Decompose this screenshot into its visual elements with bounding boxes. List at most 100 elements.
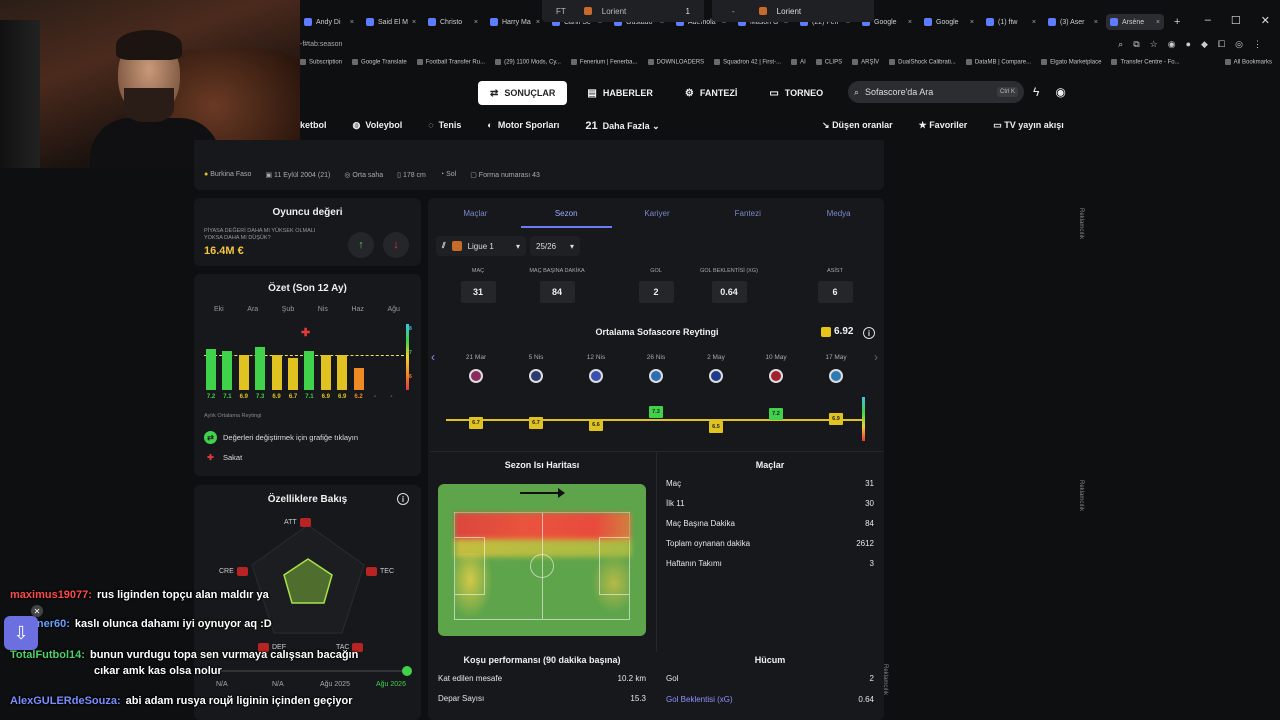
extension-icon[interactable]: ◉ xyxy=(1168,39,1176,50)
browser-tab[interactable]: Arsène × xyxy=(1106,14,1164,30)
match-rating-box[interactable]: 6.5 xyxy=(709,420,723,433)
nav-news[interactable]: ▤ HABERLER xyxy=(575,81,664,105)
opponent-crest-icon[interactable] xyxy=(469,369,483,383)
opponent-crest-icon[interactable] xyxy=(529,369,543,383)
browser-tab[interactable]: Christo × xyxy=(424,14,482,30)
info-icon[interactable]: i xyxy=(397,493,409,505)
tab-close-icon[interactable]: × xyxy=(474,19,478,26)
nav-fantasy[interactable]: ⚙ FANTEZİ xyxy=(673,81,749,105)
puzzle-icon[interactable]: ⧠ xyxy=(1218,39,1225,50)
zoom-icon[interactable]: ⌕ xyxy=(1118,39,1123,50)
tab-close-icon[interactable]: × xyxy=(908,19,912,26)
match-rating-box[interactable]: 6.7 xyxy=(469,416,483,429)
tab-3[interactable]: Fantezi xyxy=(702,200,793,228)
tab-close-icon[interactable]: × xyxy=(350,19,354,26)
maximize-icon[interactable]: ☐ xyxy=(1231,14,1241,27)
address-bar[interactable]: -f#tab:season ⌕ ⧉ ☆ ◉ ● ◆ ⧠ ◎ ⋮ xyxy=(300,36,1280,52)
info-icon[interactable]: i xyxy=(863,327,875,339)
bookmark-item[interactable]: Subscription xyxy=(300,59,342,65)
tab-close-icon[interactable]: × xyxy=(412,19,416,26)
match-rating-box[interactable]: 6.7 xyxy=(529,416,543,429)
bookmark-item[interactable]: DataMB | Compare... xyxy=(966,59,1031,65)
install-icon[interactable]: ⧉ xyxy=(1133,39,1139,50)
extension-icon[interactable]: ◆ xyxy=(1201,39,1208,50)
match-rating-box[interactable]: 7.2 xyxy=(769,407,783,420)
browser-tab[interactable]: Said El M × xyxy=(362,14,420,30)
month-bar[interactable] xyxy=(222,350,233,390)
month-bar[interactable] xyxy=(337,354,348,390)
month-bar[interactable] xyxy=(271,354,282,390)
attribute-timeline[interactable] xyxy=(204,666,412,676)
sport-volleyball[interactable]: ◍ Voleybol xyxy=(353,120,403,132)
prev-matches-arrow-icon[interactable]: ‹ xyxy=(431,350,435,364)
bookmark-item[interactable]: Transfer Centre - Fo... xyxy=(1111,59,1179,65)
favorites-link[interactable]: ★ Favoriler xyxy=(919,120,968,131)
opponent-crest-icon[interactable] xyxy=(649,369,663,383)
month-bar[interactable] xyxy=(304,350,315,390)
bookmark-item[interactable]: All Bookmarks xyxy=(1225,59,1280,65)
sport-more[interactable]: 21 Daha Fazla ⌄ xyxy=(585,120,659,132)
download-icon[interactable]: ⇩ xyxy=(4,616,38,650)
next-matches-arrow-icon[interactable]: › xyxy=(874,350,878,364)
month-bar[interactable] xyxy=(353,367,364,390)
bookmark-item[interactable]: ARŞİV xyxy=(852,59,879,65)
extension-icon[interactable]: ● xyxy=(1186,39,1191,50)
sport-basketball[interactable]: ketbol xyxy=(300,120,327,132)
match-rating-box[interactable]: 6.6 xyxy=(589,418,603,431)
tab-0[interactable]: Maçlar xyxy=(430,200,521,228)
tab-close-icon[interactable]: × xyxy=(970,19,974,26)
close-icon[interactable]: ✕ xyxy=(31,605,43,617)
month-bar[interactable] xyxy=(255,347,266,390)
last-match-left[interactable]: FT Lorient 1 xyxy=(542,0,704,22)
match-rating-box[interactable]: 6.9 xyxy=(829,413,843,426)
lightning-icon[interactable]: ϟ xyxy=(1033,85,1039,99)
tab-close-icon[interactable]: × xyxy=(1156,19,1160,26)
close-window-icon[interactable]: ✕ xyxy=(1261,14,1270,27)
bookmark-item[interactable]: Elgato Marketplace xyxy=(1041,59,1101,65)
sport-motorsport[interactable]: ◐ Motor Sporları xyxy=(487,120,559,132)
nav-torneo[interactable]: ▭ TORNEO xyxy=(757,81,835,105)
new-tab-icon[interactable]: + xyxy=(1168,16,1186,28)
bookmark-item[interactable]: (29) 1100 Mods, Cy... xyxy=(495,59,561,65)
bookmark-item[interactable]: Fenerium | Fenerba... xyxy=(571,59,638,65)
sport-tennis[interactable]: ◌ Tenis xyxy=(428,120,461,132)
tab-close-icon[interactable]: × xyxy=(536,19,540,26)
browser-tab[interactable]: Google × xyxy=(920,14,978,30)
tab-1[interactable]: Sezon xyxy=(520,200,612,228)
bookmark-item[interactable]: Squadron 42 | First-... xyxy=(714,59,781,65)
bookmark-item[interactable]: AI xyxy=(791,59,806,65)
month-bar[interactable] xyxy=(238,354,249,390)
profile-icon[interactable]: ◎ xyxy=(1235,39,1243,50)
search-input[interactable]: ⌕ Sofascore'da Ara Ctrl K xyxy=(848,81,1024,103)
season-select[interactable]: 25/26 ▾ xyxy=(530,236,580,256)
monthly-bars[interactable] xyxy=(204,334,396,390)
opponent-crest-icon[interactable] xyxy=(589,369,603,383)
bookmark-item[interactable]: DualShock Calibrati... xyxy=(889,59,956,65)
bookmark-item[interactable]: Google Translate xyxy=(352,59,407,65)
bookmark-item[interactable]: CLIPS xyxy=(816,59,842,65)
bookmark-item[interactable]: Football Transfer Ru... xyxy=(417,59,485,65)
tab-close-icon[interactable]: × xyxy=(1094,19,1098,26)
attack-row[interactable]: Gol Beklentisi (xG) 0.64 xyxy=(666,695,874,704)
vote-up-button[interactable]: ↑ xyxy=(348,232,374,258)
bookmark-item[interactable]: DOWNLOADERS xyxy=(648,59,705,65)
opponent-crest-icon[interactable] xyxy=(829,369,843,383)
url-text[interactable]: -f#tab:season xyxy=(300,41,342,48)
browser-tab[interactable]: Harry Ma × xyxy=(486,14,544,30)
last-match-right[interactable]: - Lorient xyxy=(712,0,874,22)
month-bar[interactable] xyxy=(288,358,298,390)
browser-tab[interactable]: (3) Aser × xyxy=(1044,14,1102,30)
opponent-crest-icon[interactable] xyxy=(709,369,723,383)
tab-2[interactable]: Kariyer xyxy=(612,200,703,228)
tv-schedule-link[interactable]: ▭ TV yayın akışı xyxy=(993,120,1064,131)
opponent-crest-icon[interactable] xyxy=(769,369,783,383)
minimize-icon[interactable]: – xyxy=(1205,14,1211,27)
match-rating-box[interactable]: 7.3 xyxy=(649,406,663,419)
vote-down-button[interactable]: ↓ xyxy=(383,232,409,258)
month-bar[interactable] xyxy=(320,354,331,390)
timeline-knob[interactable] xyxy=(402,666,412,676)
league-select[interactable]: ⫽ Ligue 1 ▾ xyxy=(436,236,526,256)
month-bar[interactable] xyxy=(206,348,216,390)
menu-icon[interactable]: ⋮ xyxy=(1253,39,1262,50)
bookmark-star-icon[interactable]: ☆ xyxy=(1150,39,1158,50)
